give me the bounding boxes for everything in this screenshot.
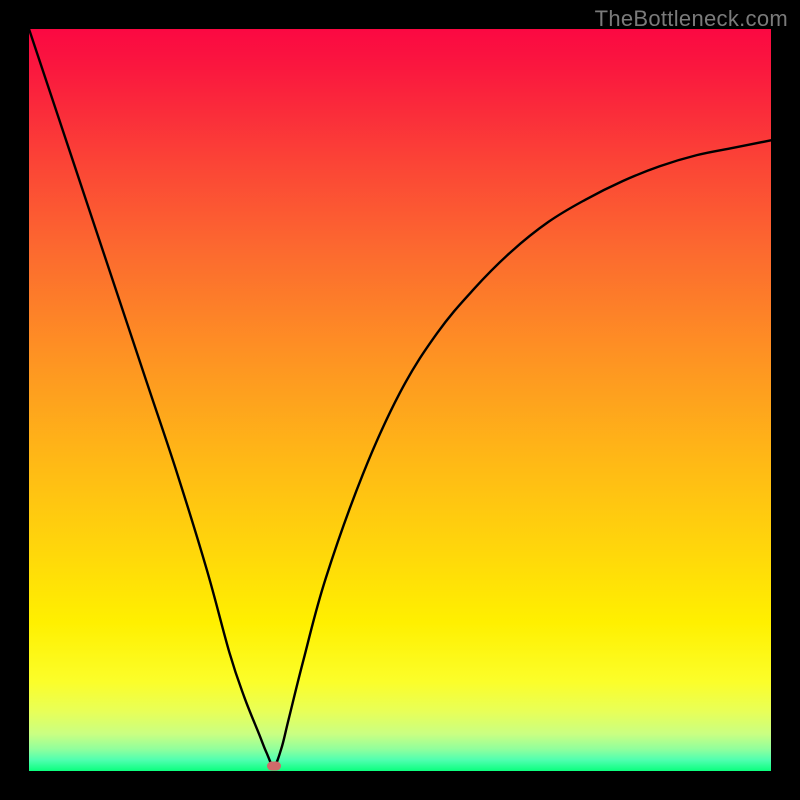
minimum-marker [267, 761, 281, 770]
chart-frame: TheBottleneck.com [0, 0, 800, 800]
bottleneck-curve [29, 29, 771, 766]
plot-area [29, 29, 771, 771]
curve-svg [29, 29, 771, 771]
